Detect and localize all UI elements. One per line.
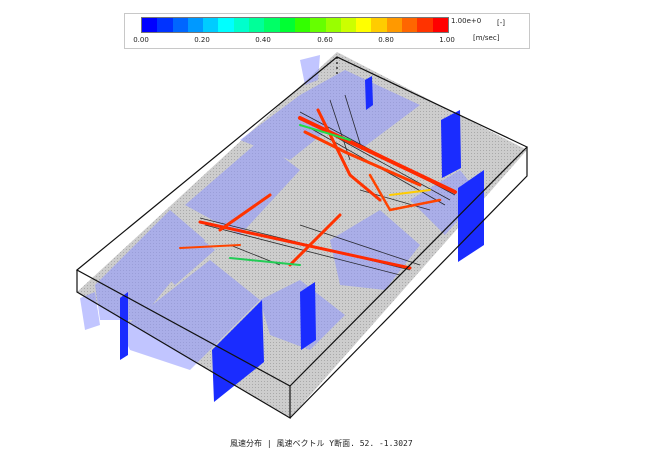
simulation-view[interactable] [0,0,648,458]
view-caption: 風速分布 | 風速ベクトル Y断面. 52. -1.3027 [226,436,614,452]
